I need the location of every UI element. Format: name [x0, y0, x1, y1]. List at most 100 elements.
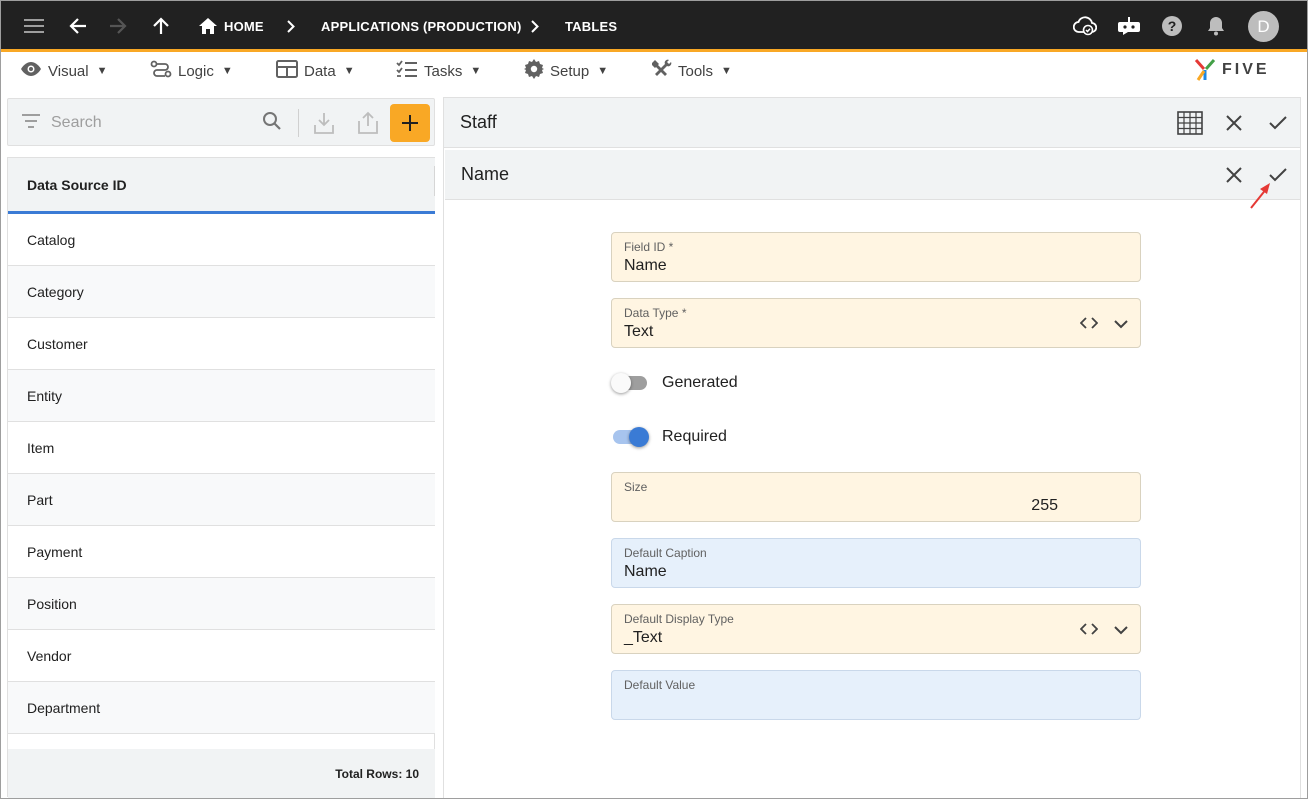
- cloud-check-icon[interactable]: [1072, 0, 1098, 52]
- svg-text:?: ?: [1168, 18, 1177, 34]
- default-caption-field[interactable]: Default Caption Name: [611, 538, 1141, 588]
- field-id-label: Field ID *: [624, 240, 674, 254]
- caret-down-icon: ▼: [597, 65, 609, 77]
- default-display-type-select[interactable]: Default Display Type _Text: [611, 604, 1141, 654]
- required-label: Required: [662, 428, 727, 445]
- close-icon[interactable]: [1224, 98, 1244, 148]
- up-arrow-icon[interactable]: [150, 0, 172, 52]
- size-value: 255: [1031, 497, 1058, 514]
- menu-tasks[interactable]: Tasks ▼: [396, 55, 481, 87]
- list-item[interactable]: Part: [8, 474, 435, 526]
- tools-icon: [651, 59, 672, 83]
- column-header-label: Data Source ID: [27, 176, 127, 193]
- plus-icon: [402, 115, 418, 131]
- menu-tools[interactable]: Tools ▼: [651, 55, 732, 87]
- forward-arrow-icon[interactable]: [106, 0, 130, 52]
- breadcrumb-applications[interactable]: APPLICATIONS (PRODUCTION): [321, 0, 521, 52]
- caret-down-icon: ▼: [221, 65, 233, 77]
- five-logo-mark-icon: [1194, 59, 1216, 81]
- list-column-header[interactable]: Data Source ID: [8, 158, 435, 214]
- list-item[interactable]: Payment: [8, 526, 435, 578]
- search-input[interactable]: [51, 109, 251, 137]
- form-title: Staff: [460, 112, 497, 132]
- list-item[interactable]: Vendor: [8, 630, 435, 682]
- data-type-label: Data Type *: [624, 306, 687, 320]
- required-toggle-row: Required: [611, 425, 727, 449]
- total-rows-label: Total Rows: 10: [335, 766, 419, 781]
- help-icon[interactable]: ?: [1160, 0, 1184, 52]
- code-icon[interactable]: [1079, 316, 1099, 334]
- caret-down-icon: ▼: [343, 65, 355, 77]
- import-icon[interactable]: [314, 111, 334, 140]
- list-item-label: Category: [27, 283, 84, 300]
- size-label: Size: [624, 480, 648, 494]
- chevron-down-icon[interactable]: [1114, 622, 1128, 640]
- list-item[interactable]: Entity: [8, 370, 435, 422]
- list-item-label: Vendor: [27, 647, 72, 664]
- caret-down-icon: ▼: [470, 65, 482, 77]
- required-toggle[interactable]: [611, 425, 649, 449]
- breadcrumb-tables[interactable]: TABLES: [565, 0, 617, 52]
- list-item[interactable]: Position: [8, 578, 435, 630]
- breadcrumb-home[interactable]: HOME: [224, 0, 264, 52]
- checklist-icon: [396, 60, 418, 82]
- add-record-button[interactable]: [390, 104, 430, 142]
- toolbar-divider: [298, 109, 299, 137]
- menu-logic[interactable]: Logic ▼: [150, 55, 233, 87]
- menu-tools-label: Tools: [678, 62, 714, 80]
- list-item[interactable]: Catalog: [8, 214, 435, 266]
- generated-label: Generated: [662, 374, 738, 391]
- menu-visual-label: Visual: [48, 62, 89, 80]
- filter-icon[interactable]: [22, 114, 40, 133]
- default-caption-label: Default Caption: [624, 546, 707, 560]
- gear-icon: [524, 59, 544, 83]
- logo-text: FIVE: [1222, 61, 1270, 78]
- back-arrow-icon[interactable]: [66, 0, 90, 52]
- close-icon[interactable]: [1224, 150, 1244, 200]
- list-item-label: Part: [27, 491, 53, 508]
- list-item[interactable]: Department: [8, 682, 435, 734]
- generated-toggle-row: Generated: [611, 371, 738, 395]
- generated-toggle[interactable]: [611, 371, 649, 395]
- column-resize-handle[interactable]: [434, 166, 435, 196]
- code-icon[interactable]: [1079, 622, 1099, 640]
- list-item-label: Position: [27, 595, 77, 612]
- default-caption-value: Name: [624, 563, 667, 580]
- field-id-field[interactable]: Field ID * Name: [611, 232, 1141, 282]
- grid-view-icon[interactable]: [1176, 98, 1204, 148]
- search-icon[interactable]: [262, 111, 282, 136]
- size-field[interactable]: Size 255: [611, 472, 1141, 522]
- list-item[interactable]: Customer: [8, 318, 435, 370]
- list-item[interactable]: Category: [8, 266, 435, 318]
- default-display-type-label: Default Display Type: [624, 612, 734, 626]
- menu-icon[interactable]: [20, 0, 48, 52]
- menu-data[interactable]: Data ▼: [276, 55, 355, 87]
- list-item-label: Department: [27, 699, 101, 716]
- menu-data-label: Data: [304, 62, 336, 80]
- total-rows-footer: Total Rows: 10: [8, 749, 435, 798]
- top-app-bar: HOME APPLICATIONS (PRODUCTION) TABLES ? …: [0, 0, 1308, 52]
- list-item[interactable]: Item: [8, 422, 435, 474]
- default-display-type-value: _Text: [624, 629, 663, 646]
- menu-bar: Visual ▼ Logic ▼ Data ▼ Tasks ▼ Setup ▼ …: [0, 55, 1308, 91]
- logic-flow-icon: [150, 60, 172, 82]
- chat-bot-icon[interactable]: [1116, 0, 1142, 52]
- list-item-label: Entity: [27, 387, 63, 404]
- list-item-label: Payment: [27, 543, 83, 560]
- default-value-field[interactable]: Default Value: [611, 670, 1141, 720]
- chevron-down-icon[interactable]: [1114, 316, 1128, 334]
- home-icon[interactable]: [198, 0, 218, 52]
- menu-visual[interactable]: Visual ▼: [20, 55, 107, 87]
- search-toolbar: [7, 98, 435, 146]
- caret-down-icon: ▼: [721, 65, 732, 77]
- check-icon[interactable]: [1267, 98, 1289, 148]
- data-type-value: Text: [624, 323, 654, 340]
- five-logo: FIVE: [1194, 58, 1270, 82]
- list-item-label: Catalog: [27, 231, 76, 248]
- avatar[interactable]: D: [1248, 11, 1279, 42]
- list-item-label: Item: [27, 439, 55, 456]
- export-icon[interactable]: [358, 111, 378, 140]
- menu-setup[interactable]: Setup ▼: [524, 55, 608, 87]
- data-type-select[interactable]: Data Type * Text: [611, 298, 1141, 348]
- bell-icon[interactable]: [1204, 0, 1228, 52]
